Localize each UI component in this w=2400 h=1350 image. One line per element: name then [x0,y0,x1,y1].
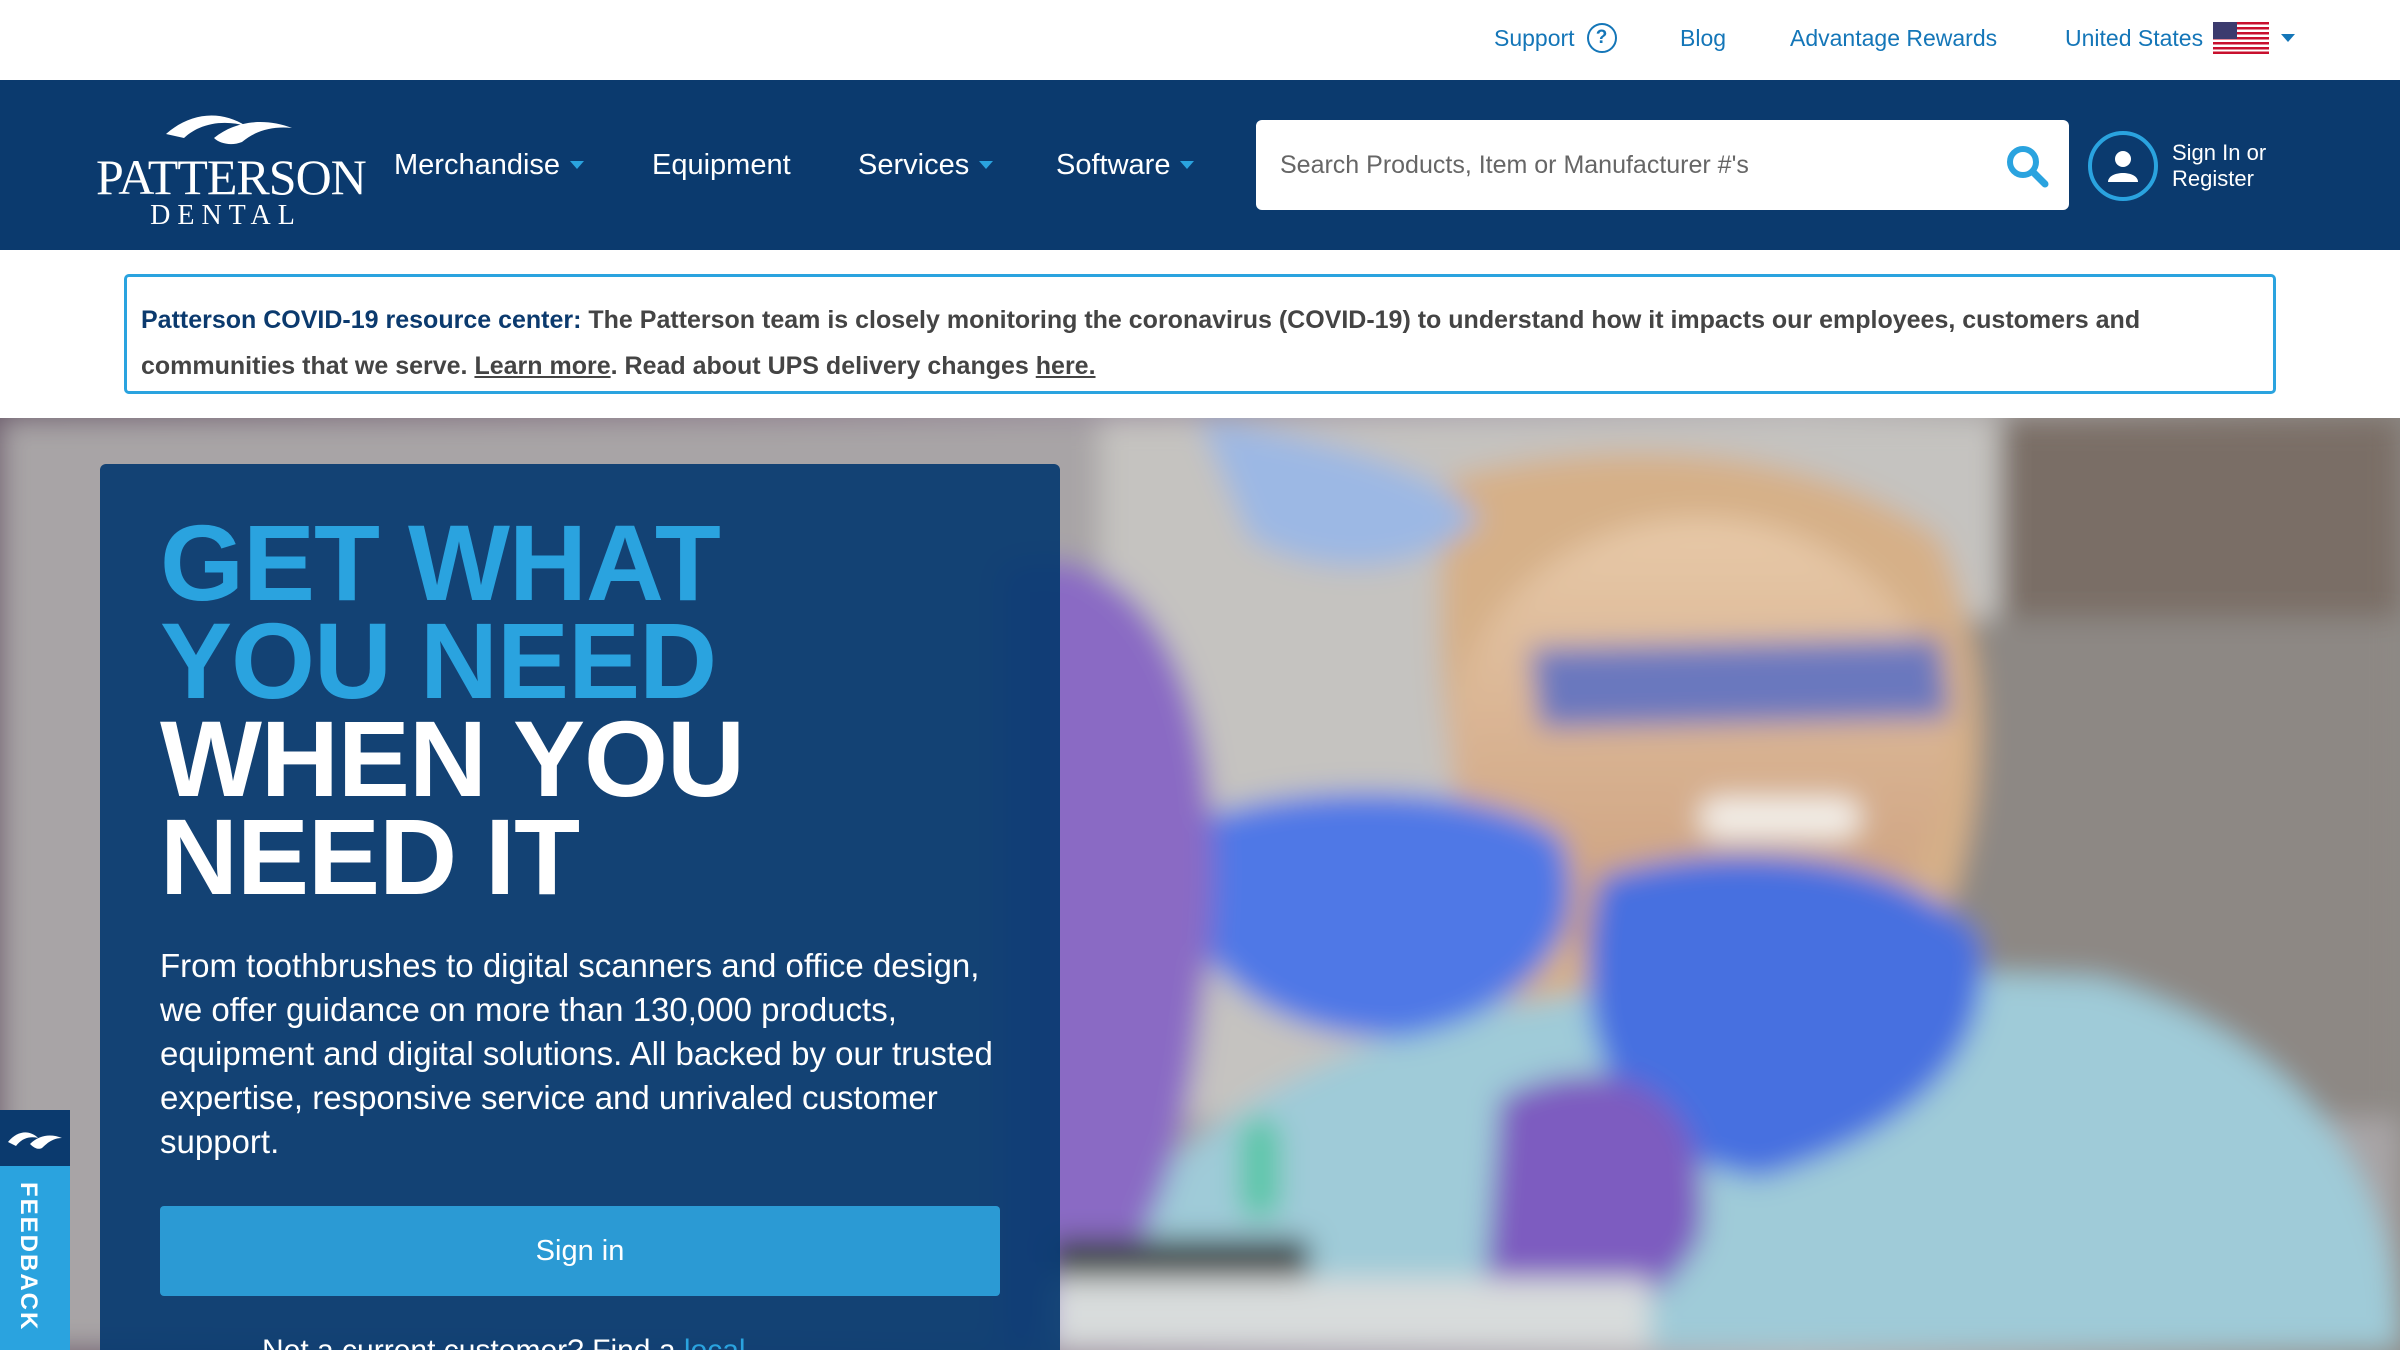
feedback-label: FEEDBACK [15,1182,42,1332]
hero-heading-line1: GET WHAT [160,502,721,623]
hero-footer-prefix: Not a current customer? Find a [262,1334,684,1350]
advantage-rewards-link[interactable]: Advantage Rewards [1790,20,1997,56]
hero-description: From toothbrushes to digital scanners an… [160,947,993,1160]
feedback-logo-icon [0,1110,70,1166]
sign-in-label: Sign In or Register [2172,140,2292,192]
covid-banner: Patterson COVID-19 resource center: The … [124,274,2276,394]
chevron-down-icon [2281,34,2296,42]
chevron-down-icon [1180,161,1195,169]
nav-equipment-label: Equipment [652,148,791,181]
feedback-tab[interactable]: FEEDBACK [0,1110,70,1350]
hero-heading-line2: YOU NEED [160,600,717,721]
find-local-link[interactable]: local [684,1334,746,1350]
support-label: Support [1494,24,1575,51]
learn-more-link[interactable]: Learn more [474,352,610,380]
nav-equipment[interactable]: Equipment [652,144,791,186]
search-input[interactable] [1278,135,1978,195]
hero-heading-line3: WHEN YOU [160,698,745,819]
nav-merchandise[interactable]: Merchandise [394,144,585,186]
chevron-down-icon [979,161,994,169]
country-selector[interactable]: United States [2065,20,2296,56]
covid-banner-title: Patterson COVID-19 resource center: [141,306,582,334]
hero-footer-text: Not a current customer? Find a local [262,1334,962,1350]
sign-in-register-link[interactable]: Sign In or Register [2088,130,2338,202]
nav-merchandise-label: Merchandise [394,148,561,181]
nav-software-label: Software [1056,148,1171,181]
support-link[interactable]: Support ? [1494,20,1617,56]
nav-software[interactable]: Software [1056,144,1195,186]
us-flag-icon [2213,22,2270,54]
hero-sign-in-button[interactable]: Sign in [160,1206,1000,1296]
nav-services-label: Services [858,148,970,181]
covid-banner-text2: . Read about UPS delivery changes [610,352,1036,380]
hero-heading: GET WHAT YOU NEED WHEN YOU NEED IT [160,502,1020,917]
patterson-dental-logo[interactable]: PATTERSON DENTAL [96,104,367,231]
rewards-label: Advantage Rewards [1790,24,1998,51]
chevron-down-icon [570,161,585,169]
blog-label: Blog [1680,24,1727,51]
hero-section: GET WHAT YOU NEED WHEN YOU NEED IT From … [0,418,2400,1350]
hero-card: GET WHAT YOU NEED WHEN YOU NEED IT From … [100,464,1060,1350]
ups-changes-link[interactable]: here. [1036,352,1096,380]
user-icon [2088,131,2158,201]
logo-mark-icon [166,115,292,145]
hero-heading-line4: NEED IT [160,796,580,917]
logo-text-top: PATTERSON [96,149,367,205]
sign-in-line1: Sign In or [2172,140,2267,165]
search-icon[interactable] [2003,142,2051,190]
hero-sign-in-label: Sign in [535,1234,625,1267]
country-label: United States [2065,24,2204,51]
nav-services[interactable]: Services [858,144,994,186]
help-icon: ? [1586,23,1617,53]
sign-in-line2: Register [2172,166,2254,191]
search-bar [1256,120,2069,210]
utility-bar: Support ? Blog Advantage Rewards United … [0,0,2400,80]
logo-text-bottom: DENTAL [150,200,302,231]
main-navigation: PATTERSON DENTAL Merchandise Equipment S… [0,80,2400,250]
blog-link[interactable]: Blog [1680,20,1726,56]
